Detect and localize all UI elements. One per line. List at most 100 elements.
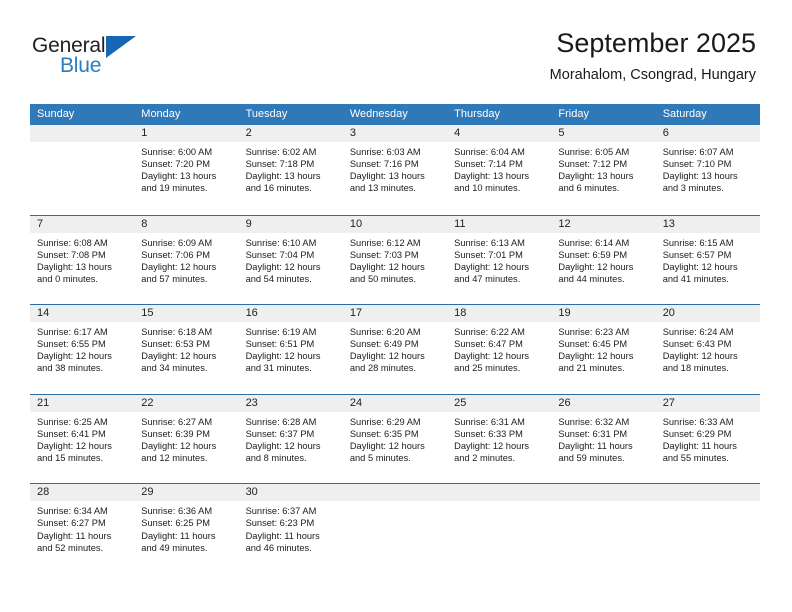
day-sun-info: Sunrise: 6:31 AM Sunset: 6:33 PM Daylight:… [447, 412, 551, 464]
day-cell[interactable]: 17 Sunrise: 6:20 AM Sunset: 6:49 PM Dayligh… [342, 305, 448, 394]
weekday-header-tuesday: Tuesday [245, 108, 288, 120]
daylight-text-line1: Daylight: 12 hours [349, 261, 425, 272]
day-cell[interactable]: 15 Sunrise: 6:18 AM Sunset: 6:53 PM Dayligh… [134, 305, 239, 394]
daylight-text-line1: Daylight: 13 hours [245, 171, 321, 182]
day-number: 9 [238, 215, 343, 233]
day-cell[interactable]: 18 Sunrise: 6:22 AM Sunset: 6:47 PM Dayligh… [447, 305, 552, 394]
day-cell[interactable]: 22 Sunrise: 6:27 AM Sunset: 6:39 PM Dayligh… [134, 394, 239, 484]
day-sun-info: Sunrise: 6:02 AM Sunset: 7:18 PM Daylight:… [239, 142, 343, 194]
day-number: 3 [342, 125, 448, 142]
day-cell[interactable]: 24 Sunrise: 6:29 AM Sunset: 6:35 PM Dayligh… [342, 394, 448, 484]
day-cell[interactable]: 5 Sunrise: 6:05 AM Sunset: 7:12 PM Daylight… [551, 125, 656, 215]
sunset-text: Sunset: 6:37 PM [245, 428, 315, 439]
sunrise-text: Sunrise: 6:12 AM [349, 237, 421, 248]
day-number: 26 [551, 394, 656, 412]
day-sun-info: Sunrise: 6:20 AM Sunset: 6:49 PM Daylight:… [343, 322, 447, 374]
day-sun-info: Sunrise: 6:07 AM Sunset: 7:10 PM Daylight:… [656, 142, 760, 194]
day-cell[interactable]: 3 Sunrise: 6:03 AM Sunset: 7:16 PM Daylight… [342, 125, 448, 215]
logo-blue-text: Blue [60, 54, 102, 77]
daylight-text-line1: Daylight: 11 hours [662, 440, 737, 451]
sunrise-text: Sunrise: 6:03 AM [349, 147, 421, 157]
sunrise-text: Sunrise: 6:07 AM [662, 147, 734, 157]
day-sun-info: Sunrise: 6:22 AM Sunset: 6:47 PM Daylight:… [447, 322, 551, 374]
day-cell[interactable]: 30 Sunrise: 6:37 AM Sunset: 6:23 PM Dayligh… [238, 484, 343, 573]
day-cell[interactable]: 27 Sunrise: 6:33 AM Sunset: 6:29 PM Dayligh… [655, 394, 760, 484]
day-cell[interactable]: 13 Sunrise: 6:15 AM Sunset: 6:57 PM Dayligh… [655, 215, 760, 305]
day-sun-info: Sunrise: 6:08 AM Sunset: 7:08 PM Daylight:… [30, 233, 134, 285]
day-number: 19 [551, 305, 656, 323]
daylight-text-line1: Daylight: 12 hours [662, 351, 738, 362]
day-number [551, 484, 656, 502]
day-cell[interactable]: 21 Sunrise: 6:25 AM Sunset: 6:41 PM Dayligh… [30, 394, 135, 484]
day-cell[interactable]: 6 Sunrise: 6:07 AM Sunset: 7:10 PM Daylight… [655, 125, 760, 215]
day-cell[interactable]: 9 Sunrise: 6:10 AM Sunset: 7:04 PM Daylight… [238, 215, 343, 305]
daylight-text-line1: Daylight: 12 hours [37, 351, 112, 362]
weekday-header-friday: Friday [558, 108, 589, 120]
sunset-text: Sunset: 6:51 PM [245, 339, 315, 350]
day-number: 23 [238, 394, 343, 412]
day-cell[interactable]: 8 Sunrise: 6:09 AM Sunset: 7:06 PM Daylight… [134, 215, 239, 305]
daylight-text-line2: and 0 minutes. [37, 273, 98, 284]
day-number: 4 [447, 125, 552, 142]
daylight-text-line2: and 38 minutes. [37, 363, 104, 374]
calendar-grid: Sunday Monday Tuesday Wednesday Thursday Frid… [30, 104, 760, 573]
daylight-text-line2: and 3 minutes. [662, 183, 724, 194]
sunrise-text: Sunrise: 6:15 AM [662, 237, 734, 248]
logo-triangle-icon [106, 36, 136, 58]
day-number: 24 [342, 394, 448, 412]
day-number: 28 [30, 484, 135, 502]
day-sun-info: Sunrise: 6:27 AM Sunset: 6:39 PM Daylight:… [134, 412, 238, 464]
sunrise-text: Sunrise: 6:20 AM [349, 327, 421, 338]
day-cell[interactable]: 7 Sunrise: 6:08 AM Sunset: 7:08 PM Daylight… [30, 215, 135, 305]
sunset-text: Sunset: 6:47 PM [454, 339, 523, 350]
daylight-text-line2: and 41 minutes. [662, 273, 729, 284]
daylight-text-line1: Daylight: 11 hours [245, 530, 320, 541]
calendar-week-row: 14 Sunrise: 6:17 AM Sunset: 6:55 PM Dayligh… [30, 304, 760, 394]
sunset-text: Sunset: 6:41 PM [37, 428, 106, 439]
day-cell[interactable]: 26 Sunrise: 6:32 AM Sunset: 6:31 PM Dayligh… [551, 394, 656, 484]
day-sun-info: Sunrise: 6:33 AM Sunset: 6:29 PM Daylight:… [656, 412, 760, 464]
day-cell[interactable]: 28 Sunrise: 6:34 AM Sunset: 6:27 PM Dayligh… [30, 484, 135, 573]
day-sun-info: Sunrise: 6:17 AM Sunset: 6:55 PM Daylight:… [30, 322, 134, 374]
day-cell[interactable]: 20 Sunrise: 6:24 AM Sunset: 6:43 PM Dayligh… [655, 305, 760, 394]
day-number [655, 484, 760, 502]
sunrise-text: Sunrise: 6:36 AM [141, 506, 213, 517]
day-cell[interactable]: 23 Sunrise: 6:28 AM Sunset: 6:37 PM Dayligh… [238, 394, 343, 484]
daylight-text-line2: and 8 minutes. [245, 453, 307, 464]
day-number: 15 [134, 305, 239, 323]
brand-logo[interactable]: General Blue [32, 34, 152, 86]
page-subtitle: Morahalom, Csongrad, Hungary [549, 67, 756, 83]
daylight-text-line2: and 2 minutes. [454, 453, 516, 464]
day-cell[interactable]: 10 Sunrise: 6:12 AM Sunset: 7:03 PM Dayligh… [342, 215, 448, 305]
sunset-text: Sunset: 6:29 PM [662, 428, 732, 439]
day-cell[interactable]: 11 Sunrise: 6:13 AM Sunset: 7:01 PM Dayligh… [447, 215, 552, 305]
daylight-text-line1: Daylight: 11 hours [141, 530, 216, 541]
day-cell[interactable]: 25 Sunrise: 6:31 AM Sunset: 6:33 PM Dayligh… [447, 394, 552, 484]
day-sun-info: Sunrise: 6:18 AM Sunset: 6:53 PM Daylight:… [134, 322, 238, 374]
calendar-week-row: 1 Sunrise: 6:00 AM Sunset: 7:20 PM Daylight… [30, 125, 760, 215]
day-cell[interactable]: 1 Sunrise: 6:00 AM Sunset: 7:20 PM Daylight… [134, 125, 239, 215]
day-cell[interactable]: 29 Sunrise: 6:36 AM Sunset: 6:25 PM Dayligh… [134, 484, 239, 573]
day-number: 11 [447, 215, 552, 233]
day-number: 17 [342, 305, 448, 323]
sunset-text: Sunset: 7:01 PM [454, 249, 523, 260]
daylight-text-line1: Daylight: 12 hours [349, 440, 425, 451]
day-cell[interactable]: 14 Sunrise: 6:17 AM Sunset: 6:55 PM Dayligh… [30, 305, 135, 394]
daylight-text-line2: and 18 minutes. [662, 363, 729, 374]
daylight-text-line2: and 19 minutes. [141, 183, 208, 194]
day-cell[interactable]: 2 Sunrise: 6:02 AM Sunset: 7:18 PM Daylight… [238, 125, 343, 215]
day-cell[interactable]: 16 Sunrise: 6:19 AM Sunset: 6:51 PM Dayligh… [238, 305, 343, 394]
day-cell[interactable]: 4 Sunrise: 6:04 AM Sunset: 7:14 PM Daylight… [447, 125, 552, 215]
day-cell[interactable]: 19 Sunrise: 6:23 AM Sunset: 6:45 PM Dayligh… [551, 305, 656, 394]
calendar-week-row: 7 Sunrise: 6:08 AM Sunset: 7:08 PM Daylight… [30, 214, 760, 305]
sunrise-text: Sunrise: 6:05 AM [558, 147, 630, 157]
sunset-text: Sunset: 6:43 PM [662, 339, 732, 350]
sunrise-text: Sunrise: 6:28 AM [245, 416, 317, 427]
daylight-text-line1: Daylight: 13 hours [454, 171, 530, 182]
weekday-header-sunday: Sunday [37, 108, 75, 120]
daylight-text-line1: Daylight: 12 hours [349, 351, 425, 362]
calendar-week-row: 21 Sunrise: 6:25 AM Sunset: 6:41 PM Dayligh… [30, 393, 760, 484]
daylight-text-line1: Daylight: 13 hours [558, 171, 634, 182]
day-cell[interactable]: 12 Sunrise: 6:14 AM Sunset: 6:59 PM Dayligh… [551, 215, 656, 305]
day-sun-info: Sunrise: 6:19 AM Sunset: 6:51 PM Daylight:… [239, 322, 343, 374]
